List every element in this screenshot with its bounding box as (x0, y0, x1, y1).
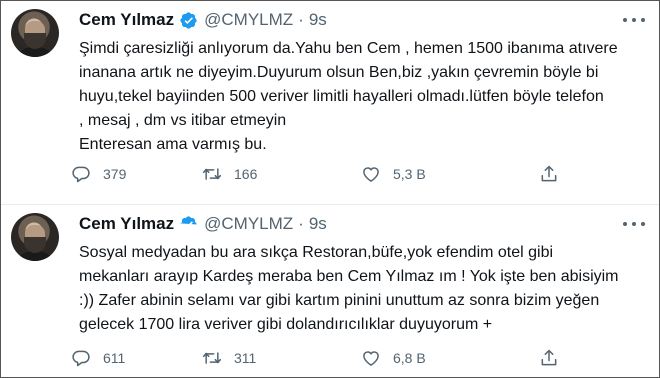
retweet-button[interactable]: 166 (202, 159, 257, 189)
retweet-icon (202, 352, 222, 364)
more-options-icon[interactable] (623, 215, 645, 233)
tweet-actions: 379 166 5,3 B (71, 159, 591, 189)
share-icon (541, 349, 557, 366)
verified-badge-icon (180, 215, 197, 228)
share-button[interactable] (539, 159, 559, 189)
like-icon (363, 167, 379, 182)
like-count: 5,3 B (393, 166, 426, 182)
tweet-text-line: Şimdi çaresizliği anlıyorum da.Yahu ben … (79, 40, 618, 57)
like-count: 6,8 B (393, 350, 426, 366)
tweet-text-line: gelecek 1700 lira veriver gibi dolandırı… (79, 316, 493, 333)
separator-dot: · (298, 214, 304, 233)
tweet-text-line: mekanları arayıp Kardeş meraba ben Cem Y… (79, 268, 619, 285)
tweet-actions: 611 311 6,8 B (71, 343, 591, 373)
tweet-text-line: Sosyal medyadan bu ara sıkça Restoran,bü… (79, 244, 554, 261)
share-button[interactable] (539, 343, 559, 373)
avatar[interactable] (11, 213, 59, 261)
tweet-card[interactable]: Cem Yılmaz @CMYLMZ · 9s Şimdi çaresizliğ… (1, 1, 659, 205)
reply-count: 379 (103, 166, 127, 182)
tweet-timestamp[interactable]: 9s (309, 10, 327, 30)
tweet-card[interactable]: Cem Yılmaz @CMYLMZ · 9s Sosyal medyadan … (1, 205, 659, 377)
reply-button[interactable]: 611 (71, 343, 125, 373)
tweet-text-line: inanana artık ne diyeyim.Duyurum olsun B… (79, 64, 599, 81)
reply-count: 611 (103, 350, 126, 366)
reply-icon (72, 350, 90, 367)
author-handle[interactable]: @CMYLMZ (204, 214, 293, 234)
retweet-icon (202, 168, 222, 180)
reply-icon (72, 166, 90, 183)
reply-button[interactable]: 379 (71, 159, 126, 189)
tweet-text-line: :)) Zafer abinin selamı var gibi kartım … (79, 292, 600, 309)
retweet-button[interactable]: 311 (202, 343, 256, 373)
tweet-text-line: huyu,tekel bayiinden 500 veriver limitli… (79, 88, 604, 105)
author-name[interactable]: Cem Yılmaz (79, 10, 174, 30)
tweet-text: Şimdi çaresizliği anlıyorum da.Yahu ben … (79, 37, 639, 157)
like-button[interactable]: 5,3 B (361, 159, 426, 189)
tweet-text-line: Enteresan ama varmış bu. (79, 136, 267, 153)
like-icon (363, 351, 379, 366)
author-handle[interactable]: @CMYLMZ (204, 10, 293, 30)
avatar[interactable] (11, 9, 59, 57)
more-options-icon[interactable] (623, 11, 645, 29)
retweet-count: 311 (234, 350, 257, 366)
like-button[interactable]: 6,8 B (361, 343, 426, 373)
separator-dot: · (298, 10, 304, 29)
tweet-header: Cem Yılmaz @CMYLMZ · 9s (79, 9, 327, 31)
verified-badge-icon (180, 11, 197, 29)
tweet-text: Sosyal medyadan bu ara sıkça Restoran,bü… (79, 241, 639, 337)
share-icon (541, 165, 557, 182)
retweet-count: 166 (234, 166, 258, 182)
tweet-header: Cem Yılmaz @CMYLMZ · 9s (79, 213, 327, 235)
tweet-timestamp[interactable]: 9s (309, 214, 327, 234)
tweet-screenshot-frame: Cem Yılmaz @CMYLMZ · 9s Şimdi çaresizliğ… (0, 0, 660, 378)
tweet-text-line: , mesaj , dm vs itibar etmeyin (79, 112, 287, 129)
author-name[interactable]: Cem Yılmaz (79, 214, 174, 234)
